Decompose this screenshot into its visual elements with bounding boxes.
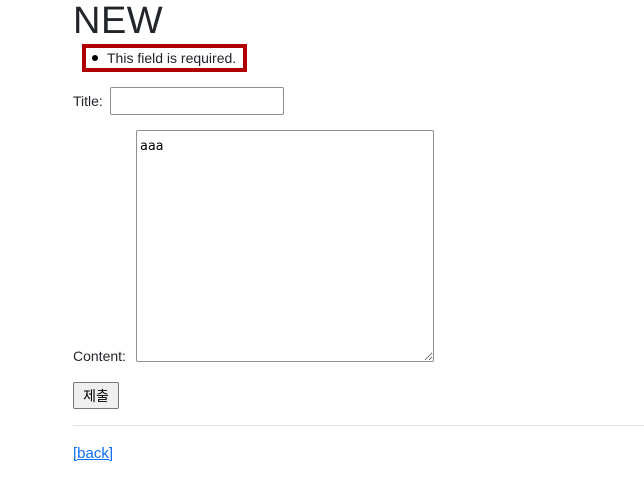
- back-link[interactable]: [back]: [73, 445, 113, 462]
- error-message: This field is required.: [107, 50, 237, 66]
- bullet-icon: [92, 55, 98, 61]
- submit-button[interactable]: 제출: [73, 382, 119, 409]
- page-title: NEW: [73, 0, 164, 42]
- page: NEW This field is required. Title: Conte…: [0, 0, 644, 478]
- divider: [73, 425, 644, 426]
- title-label: Title:: [73, 93, 103, 109]
- error-list: This field is required.: [82, 44, 247, 72]
- content-textarea[interactable]: aaa: [136, 130, 434, 362]
- content-label: Content:: [73, 348, 126, 364]
- title-input[interactable]: [110, 87, 284, 115]
